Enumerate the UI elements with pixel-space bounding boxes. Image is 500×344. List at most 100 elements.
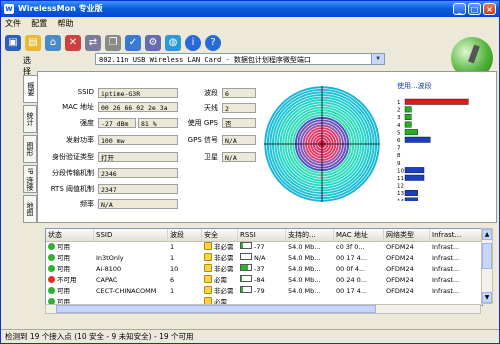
gps-signal-label: GPS 信号: [187, 136, 218, 144]
signal-bar-icon: [240, 242, 252, 249]
minimize-button[interactable]: _: [453, 3, 466, 15]
chart-tick-label: 1: [397, 100, 401, 106]
column-header[interactable]: 支持的...: [286, 229, 334, 241]
lock-icon: [204, 253, 212, 261]
tab-ip-connection[interactable]: IP 连接: [23, 165, 37, 193]
chart-bar: [404, 167, 425, 174]
menu-config[interactable]: 配置: [27, 17, 51, 31]
chart-tick-label: 13: [397, 191, 404, 197]
channel-bars: 1234567891011121314: [397, 98, 469, 201]
table-cell-rssi: N/A: [238, 253, 286, 264]
mac-value: 00 26 66 02 2e 3a: [98, 102, 178, 112]
signal-bar-icon: [240, 286, 252, 293]
lock-icon: [204, 264, 212, 272]
table-cell-type: OFDM24: [386, 254, 414, 262]
chart-tick-label: 5: [397, 130, 401, 136]
table-row[interactable]: 可用 CECT-CHINACOMM 1 非必需 -79 54.0 Mb... 00 17 4…: [46, 286, 482, 297]
scroll-down-icon[interactable]: ▼: [482, 292, 492, 303]
chart-tick-label: 8: [397, 153, 401, 159]
nic-select[interactable]: 802.11n USB Wireless LAN Card - 数据包计划程序微…: [95, 53, 385, 65]
hscroll-thumb[interactable]: [56, 305, 376, 313]
table-cell-rate: 54.0 Mb...: [288, 243, 321, 251]
column-header[interactable]: 网络类型: [384, 229, 430, 241]
tab-summary[interactable]: 概要: [23, 75, 37, 103]
chart-bar: [404, 121, 412, 128]
table-cell-status: 可用: [46, 286, 94, 297]
signal-radar: [264, 86, 380, 202]
help-icon[interactable]: ?: [205, 35, 221, 51]
chart-tick-label: 2: [397, 108, 401, 114]
menu-file[interactable]: 文件: [1, 17, 25, 31]
gps-label: 使用 GPS: [187, 119, 218, 127]
table-row[interactable]: 可用 1 非必需 -77 54.0 Mb... c0 3f 0... OFDM24 Infra…: [46, 242, 482, 253]
chevron-down-icon[interactable]: ▼: [371, 54, 384, 64]
scroll-thumb[interactable]: [482, 243, 492, 269]
table-cell-channel: 1: [170, 243, 175, 251]
table-cell-security: 非必需: [202, 253, 238, 264]
open-icon[interactable]: ▤: [25, 35, 41, 51]
ssid-value: iptime-G3R: [98, 88, 178, 98]
column-header[interactable]: 安全: [202, 229, 238, 241]
info-icon[interactable]: i: [185, 35, 201, 51]
app-icon: w: [4, 4, 14, 14]
table-row[interactable]: 可用 In3tOnly 1 非必需 N/A 54.0 Mb... 00 17 4... OFD…: [46, 253, 482, 264]
status-bar: 检测到 19 个接入点 (10 安全 - 9 未知安全) - 19 个可用: [1, 329, 499, 343]
table-cell-channel: 10: [170, 265, 179, 273]
chart-bar: [404, 129, 418, 136]
status-dot-icon: [48, 254, 55, 261]
table-cell-rssi: -84: [238, 275, 286, 286]
column-header[interactable]: 状态: [46, 229, 94, 241]
freq-value: N/A: [98, 199, 178, 209]
column-header[interactable]: RSSI: [238, 229, 286, 241]
chart-bar: [404, 174, 425, 181]
tab-map[interactable]: 地图: [23, 195, 37, 223]
maximize-button[interactable]: □: [468, 3, 481, 15]
table-cell-rssi: -77: [238, 242, 286, 253]
table-cell-rate: 54.0 Mb...: [288, 265, 321, 273]
tab-graph[interactable]: 图形: [23, 135, 37, 163]
table-cell-mac: 00 17 4...: [336, 254, 368, 262]
chart-bar: [404, 106, 412, 113]
settings-icon[interactable]: ⚙: [145, 35, 161, 51]
chart-tick-label: 3: [397, 115, 401, 121]
check-icon[interactable]: ✓: [125, 35, 141, 51]
ssid-label: SSID: [77, 88, 94, 96]
table-cell-ssid: In3tOnly: [96, 254, 124, 262]
nic-value: 802.11n USB Wireless LAN Card - 数据包计划程序微…: [99, 56, 311, 64]
column-header[interactable]: 波段: [168, 229, 202, 241]
chart-tick-label: 12: [397, 184, 404, 190]
tx-power-value: 100 mw: [98, 135, 178, 145]
table-row[interactable]: 可用 Ai-8100 10 非必需 -37 54.0 Mb... 00 0f 4... OFD…: [46, 264, 482, 275]
title-bar[interactable]: w WirelessMon 专业版 _ □ ×: [1, 1, 499, 17]
table-cell-rate: 54.0 Mb...: [288, 276, 321, 284]
save-icon[interactable]: ▣: [5, 35, 21, 51]
scroll-up-icon[interactable]: ▲: [482, 229, 492, 240]
globe-icon[interactable]: ◍: [165, 35, 181, 51]
vertical-scrollbar[interactable]: ▲ ▼: [481, 228, 493, 304]
status-dot-icon: [48, 276, 55, 283]
network-icon[interactable]: ⌂: [45, 35, 61, 51]
frag-label: 分段传输机制: [52, 169, 94, 177]
table-cell-rate: 54.0 Mb...: [288, 254, 321, 262]
column-header[interactable]: Infrast...: [430, 229, 482, 241]
horizontal-scrollbar[interactable]: [45, 304, 481, 314]
table-cell-infra: Infrast...: [432, 276, 460, 284]
table-cell-type: OFDM24: [386, 276, 414, 284]
delete-icon[interactable]: ✕: [65, 35, 81, 51]
table-cell-mac: c0 3f 0...: [336, 243, 365, 251]
signal-bar-icon: [240, 275, 252, 282]
copy-icon[interactable]: ❐: [105, 35, 121, 51]
column-header[interactable]: MAC 地址: [334, 229, 384, 241]
close-button[interactable]: ×: [483, 3, 496, 15]
signal-bar-icon: [240, 253, 252, 260]
menu-help[interactable]: 帮助: [53, 17, 77, 31]
tab-statistics[interactable]: 统计: [23, 105, 37, 133]
table-cell-rssi: -79: [238, 286, 286, 297]
table-row[interactable]: 不可用 CAPAC 6 必需 -84 54.0 Mb... 00 24 0... OFDM24…: [46, 275, 482, 286]
gps-value: 否: [222, 118, 256, 128]
table-cell-ssid: CAPAC: [96, 276, 118, 284]
lock-icon: [204, 275, 212, 283]
table-cell-status: 可用: [46, 242, 94, 253]
column-header[interactable]: SSID: [94, 229, 168, 241]
connect-icon[interactable]: ⇄: [85, 35, 101, 51]
